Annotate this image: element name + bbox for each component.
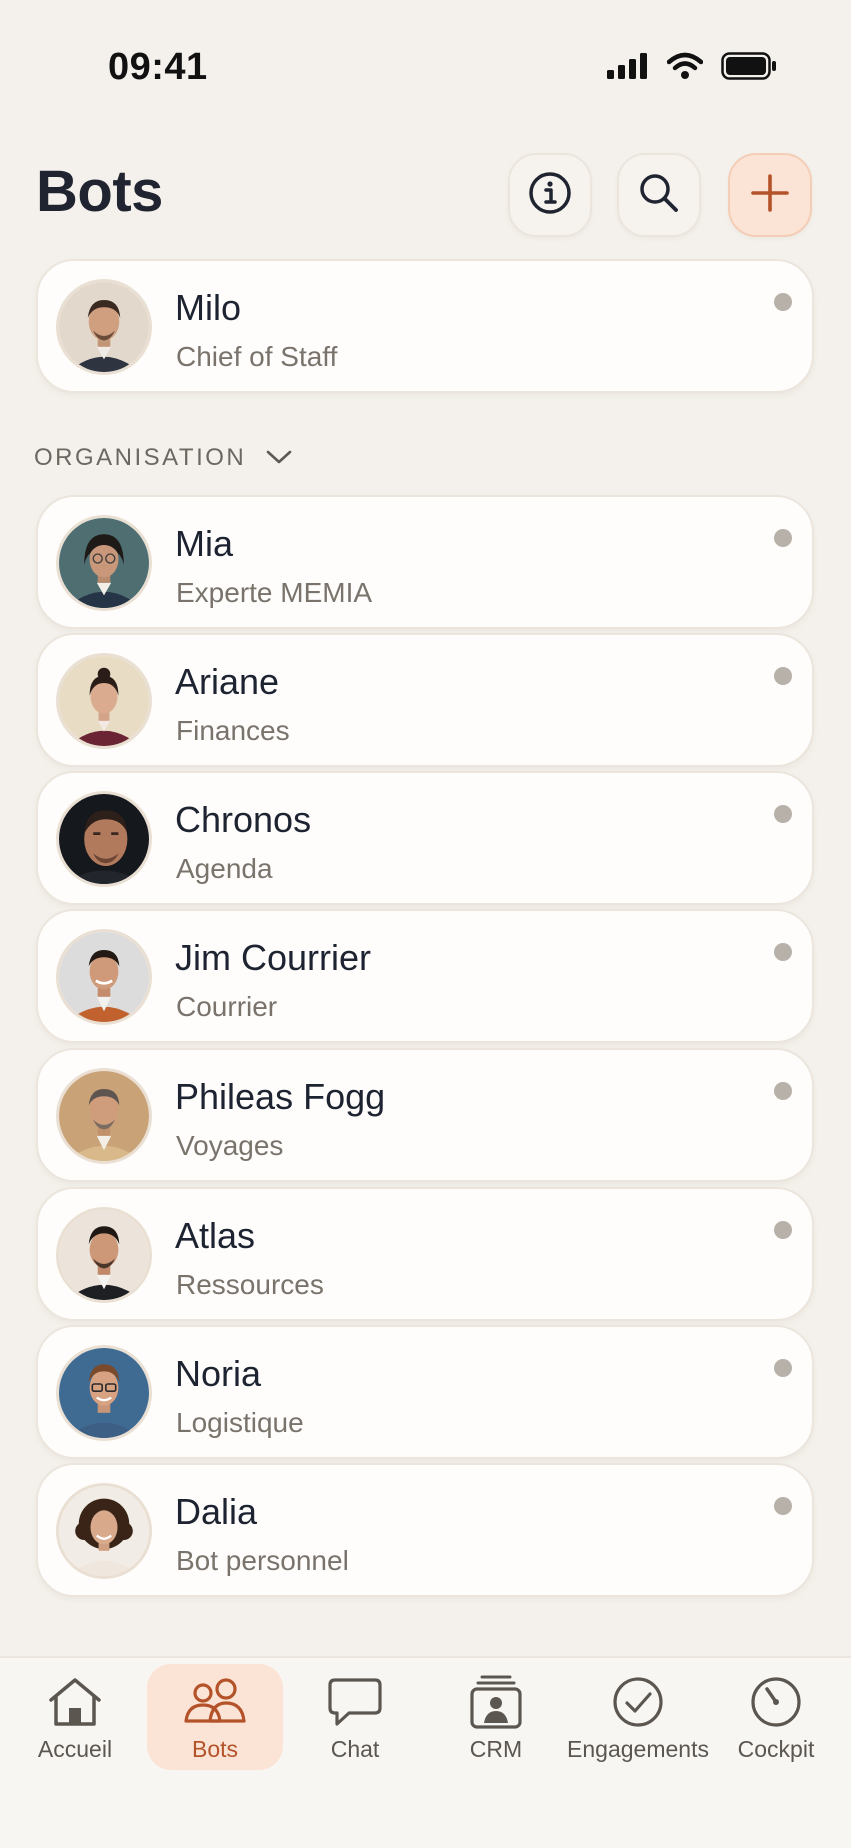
avatar (56, 1207, 152, 1303)
status-bar: 09:41 (0, 0, 851, 140)
search-button[interactable] (617, 153, 701, 237)
avatar (56, 1068, 152, 1164)
check-circle-icon (610, 1674, 666, 1730)
gauge-icon (748, 1674, 804, 1730)
info-button[interactable] (508, 153, 592, 237)
plus-icon (749, 172, 791, 219)
bot-card-jim-courrier[interactable]: Jim Courrier Courrier (36, 909, 814, 1043)
status-dot (774, 805, 792, 823)
nav-label: Engagements (567, 1736, 709, 1762)
nav-label: Accueil (37, 1736, 113, 1762)
status-dot (774, 667, 792, 685)
avatar (56, 515, 152, 611)
status-icons (607, 52, 777, 85)
bot-card-mia[interactable]: Mia Experte MEMIA (36, 495, 814, 629)
bot-card-phileas-fogg[interactable]: Phileas Fogg Voyages (36, 1048, 814, 1182)
bot-role: Voyages (176, 1130, 284, 1161)
status-dot (774, 1221, 792, 1239)
bot-name: Milo (175, 287, 242, 328)
bot-name: Mia (175, 523, 234, 564)
info-icon (527, 170, 573, 221)
bot-name: Dalia (175, 1491, 258, 1532)
nav-item-engagements[interactable]: Engagements (567, 1664, 709, 1770)
nav-item-bots[interactable]: Bots (147, 1664, 283, 1770)
section-label: ORGANISATION (34, 444, 247, 471)
bot-card-dalia[interactable]: Dalia Bot personnel (36, 1463, 814, 1597)
avatar (56, 1483, 152, 1579)
chat-icon (325, 1674, 385, 1730)
avatar (56, 279, 152, 375)
avatar (56, 929, 152, 1025)
bot-name: Noria (175, 1353, 262, 1394)
bot-role: Chief of Staff (176, 341, 338, 372)
bot-role: Bot personnel (176, 1545, 349, 1576)
status-dot (774, 1082, 792, 1100)
nav-item-crm[interactable]: CRM (428, 1664, 564, 1770)
page-title: Bots (36, 159, 163, 224)
search-icon (636, 170, 682, 221)
status-dot (774, 943, 792, 961)
nav-item-accueil[interactable]: Accueil (7, 1664, 143, 1770)
nav-item-cockpit[interactable]: Cockpit (708, 1664, 844, 1770)
section-toggle-organisation[interactable]: ORGANISATION (34, 444, 292, 472)
bot-role: Logistique (176, 1407, 304, 1438)
bot-role: Experte MEMIA (176, 577, 373, 608)
status-dot (774, 1497, 792, 1515)
bottom-navigation: Accueil Bots Chat CRM Engagements Cockpi… (0, 1656, 851, 1848)
nav-label: Cockpit (737, 1736, 815, 1762)
contact-card-icon (468, 1674, 524, 1730)
bot-name: Ariane (175, 661, 280, 702)
avatar (56, 653, 152, 749)
bot-name: Jim Courrier (175, 937, 372, 978)
add-bot-button[interactable] (728, 153, 812, 237)
bot-role: Agenda (176, 853, 273, 884)
status-dot (774, 1359, 792, 1377)
nav-label: Chat (330, 1736, 380, 1762)
status-time: 09:41 (108, 46, 208, 88)
bot-card-atlas[interactable]: Atlas Ressources (36, 1187, 814, 1321)
nav-label: CRM (469, 1736, 523, 1762)
home-icon (45, 1674, 105, 1730)
bot-card-noria[interactable]: Noria Logistique (36, 1325, 814, 1459)
users-icon (180, 1674, 250, 1730)
status-dot (774, 529, 792, 547)
bot-card-chronos[interactable]: Chronos Agenda (36, 771, 814, 905)
avatar (56, 791, 152, 887)
wifi-icon (666, 52, 704, 85)
battery-icon (721, 52, 777, 85)
chevron-down-icon (266, 444, 292, 472)
bot-name: Phileas Fogg (175, 1076, 386, 1117)
avatar (56, 1345, 152, 1441)
nav-label: Bots (191, 1736, 239, 1762)
bot-card-ariane[interactable]: Ariane Finances (36, 633, 814, 767)
cellular-signal-icon (607, 53, 649, 84)
bot-role: Ressources (176, 1269, 324, 1300)
bot-role: Finances (176, 715, 290, 746)
bot-card-milo[interactable]: Milo Chief of Staff (36, 259, 814, 393)
bot-name: Atlas (175, 1215, 256, 1256)
nav-item-chat[interactable]: Chat (287, 1664, 423, 1770)
status-dot (774, 293, 792, 311)
bot-role: Courrier (176, 991, 278, 1022)
bot-name: Chronos (175, 799, 312, 840)
